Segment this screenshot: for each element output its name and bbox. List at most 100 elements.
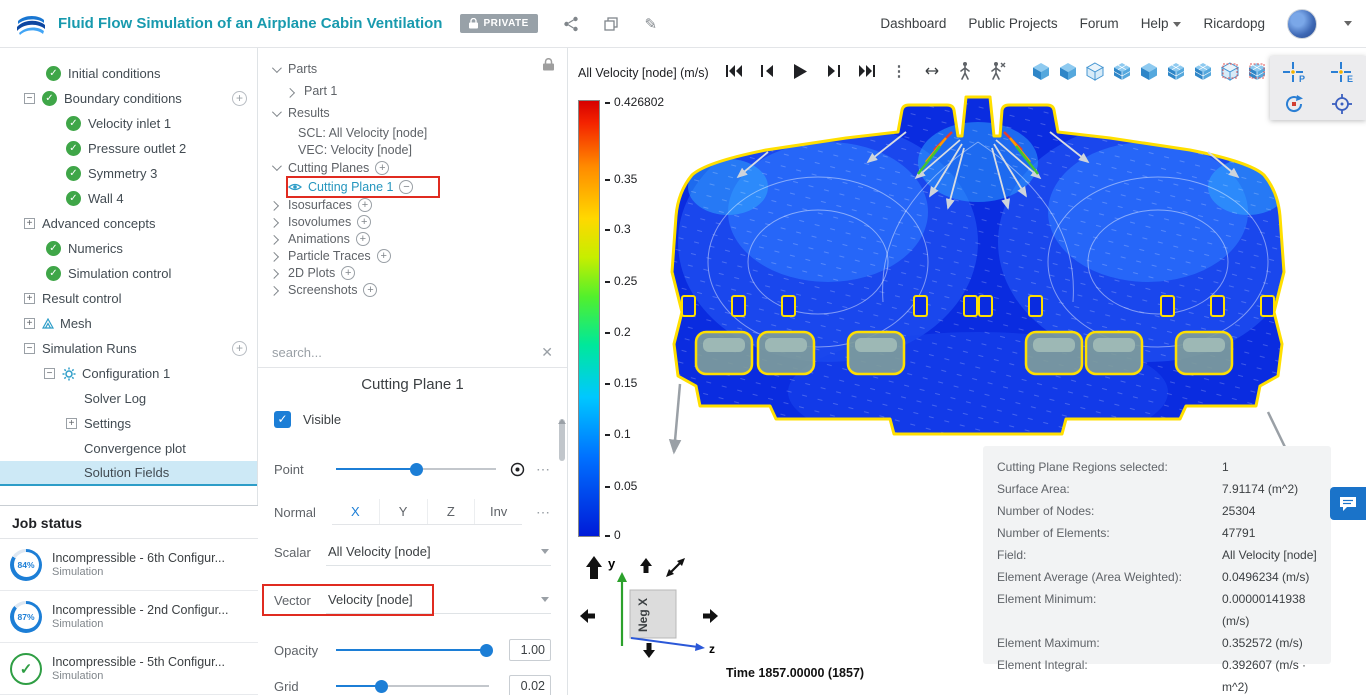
post-tree-isovolumes[interactable]: Isovolumes + [258, 213, 567, 230]
expand-icon[interactable]: + [24, 218, 35, 229]
chevron-right-icon[interactable] [269, 217, 280, 228]
play-icon[interactable] [789, 60, 811, 82]
view-shaded-icon[interactable] [1057, 60, 1079, 82]
probe-element-icon[interactable]: E [1318, 56, 1366, 88]
post-tree-2d-plots[interactable]: 2D Plots + [258, 264, 567, 281]
skip-first-frame-icon[interactable] [723, 60, 745, 82]
view-mesh-2-icon[interactable] [1192, 60, 1214, 82]
sim-tree-item-advanced-concepts[interactable]: + Advanced concepts [0, 211, 257, 236]
recenter-view-icon[interactable] [1318, 88, 1366, 120]
account-chevron-icon[interactable] [1344, 21, 1352, 26]
sim-tree-item-velocity-inlet-1[interactable]: ✓ Velocity inlet 1 [0, 111, 257, 136]
post-tree-results[interactable]: Results [258, 102, 567, 124]
post-tree-animations[interactable]: Animations + [258, 230, 567, 247]
view-clip-mesh-icon[interactable] [1246, 60, 1268, 82]
more-tools-icon[interactable]: ⋮ [888, 60, 910, 82]
chevron-right-icon[interactable] [269, 234, 280, 245]
chevron-right-icon[interactable] [269, 268, 280, 279]
nav-dashboard[interactable]: Dashboard [880, 16, 946, 31]
sim-tree-item-boundary-conditions[interactable]: − ✓ Boundary conditions + [0, 86, 257, 111]
walkthrough-icon[interactable] [954, 60, 976, 82]
view-surface-edges-icon[interactable] [1111, 60, 1133, 82]
sim-tree-item-wall-4[interactable]: ✓ Wall 4 [0, 186, 257, 211]
copy-icon[interactable] [600, 13, 622, 35]
nav-username[interactable]: Ricardopg [1203, 16, 1265, 31]
view-mesh-icon[interactable] [1165, 60, 1187, 82]
normal-y-button[interactable]: Y [378, 499, 427, 524]
grid-slider[interactable] [336, 679, 489, 693]
chevron-down-icon[interactable] [271, 62, 282, 73]
chevron-down-icon[interactable] [271, 106, 282, 117]
post-tree-cutting-plane-1[interactable]: Cutting Plane 1− [258, 177, 567, 196]
remove-icon[interactable]: − [399, 179, 414, 194]
sim-tree-item-symmetry-3[interactable]: ✓ Symmetry 3 [0, 161, 257, 186]
scale-range-icon[interactable] [921, 60, 943, 82]
nav-help[interactable]: Help [1141, 16, 1182, 31]
add-icon[interactable]: + [355, 231, 370, 246]
post-tree-cutting-planes[interactable]: Cutting Planes + [258, 158, 567, 177]
chevron-right-icon[interactable] [269, 200, 280, 211]
opacity-value-input[interactable] [509, 639, 551, 661]
search-input[interactable] [272, 345, 534, 360]
chevron-down-icon[interactable] [271, 161, 282, 172]
job-item[interactable]: ✓ Incompressible - 5th Configur... Simula… [0, 643, 258, 695]
skip-last-frame-icon[interactable] [855, 60, 877, 82]
normal-x-button[interactable]: X [332, 499, 379, 524]
visible-checkbox[interactable]: ✓ [274, 410, 291, 428]
sim-tree-item-mesh[interactable]: + Mesh [0, 311, 257, 336]
add-icon[interactable]: + [232, 91, 247, 106]
add-icon[interactable]: + [363, 282, 378, 297]
post-tree-parts[interactable]: Parts [258, 58, 567, 80]
sim-tree-item-result-control[interactable]: + Result control [0, 286, 257, 311]
next-frame-icon[interactable] [822, 60, 844, 82]
add-icon[interactable]: + [375, 160, 390, 175]
normal-inv-button[interactable]: Inv [474, 499, 522, 524]
view-hidden-line-icon[interactable] [1084, 60, 1106, 82]
app-logo[interactable] [14, 7, 48, 41]
previous-frame-icon[interactable] [756, 60, 778, 82]
point-slider[interactable] [336, 462, 496, 476]
post-tree-vec[interactable]: VEC: Velocity [node] [258, 141, 567, 158]
nav-public-projects[interactable]: Public Projects [968, 16, 1057, 31]
opacity-slider[interactable] [336, 643, 493, 657]
sim-tree-item-initial-conditions[interactable]: ✓ Initial conditions [0, 61, 257, 86]
exit-walkthrough-icon[interactable] [987, 60, 1009, 82]
sim-tree-item-settings[interactable]: + Settings [0, 411, 257, 436]
sim-tree-item-simulation-control[interactable]: ✓ Simulation control [0, 261, 257, 286]
add-icon[interactable]: + [341, 265, 356, 280]
support-chat-button[interactable] [1330, 487, 1366, 520]
sim-tree-item-simulation-runs[interactable]: − Simulation Runs + [0, 336, 257, 361]
view-solid-2-icon[interactable] [1138, 60, 1160, 82]
vector-dropdown[interactable]: Velocity [node] [326, 586, 551, 614]
clear-search-icon[interactable]: ✕ [541, 344, 553, 361]
sim-tree-item-solution-fields[interactable]: Solution Fields [0, 461, 257, 486]
sim-tree-item-solver-log[interactable]: Solver Log [0, 386, 257, 411]
pick-point-icon[interactable] [506, 458, 528, 480]
orientation-triad[interactable]: y Neg X z [574, 552, 724, 664]
collapse-icon[interactable]: − [24, 343, 35, 354]
sim-tree-item-pressure-outlet-2[interactable]: ✓ Pressure outlet 2 [0, 136, 257, 161]
scalar-dropdown[interactable]: All Velocity [node] [326, 538, 551, 566]
post-tree-isosurfaces[interactable]: Isosurfaces + [258, 196, 567, 213]
render-viewport[interactable]: All Velocity [node] (m/s) ⋮ P E 0.426802… [568, 48, 1366, 695]
expand-icon[interactable]: + [66, 418, 77, 429]
post-tree-scl[interactable]: SCL: All Velocity [node] [258, 124, 567, 141]
job-item[interactable]: 87% Incompressible - 2nd Configur... Simu… [0, 591, 258, 643]
share-icon[interactable] [560, 13, 582, 35]
chevron-right-icon[interactable] [285, 87, 296, 98]
view-solid-icon[interactable] [1030, 60, 1052, 82]
post-tree-particle-traces[interactable]: Particle Traces + [258, 247, 567, 264]
avatar[interactable] [1287, 8, 1317, 39]
job-item[interactable]: 84% Incompressible - 6th Configur... Simu… [0, 539, 258, 591]
normal-z-button[interactable]: Z [426, 499, 475, 524]
probe-point-icon[interactable]: P [1270, 56, 1318, 88]
nav-forum[interactable]: Forum [1080, 16, 1119, 31]
collapse-icon[interactable]: − [44, 368, 55, 379]
properties-scrollbar[interactable] [558, 404, 566, 695]
eye-icon[interactable] [288, 182, 302, 192]
chevron-right-icon[interactable] [269, 285, 280, 296]
scrollbar-thumb[interactable] [559, 419, 565, 461]
expand-icon[interactable]: + [24, 318, 35, 329]
grid-value-input[interactable] [509, 675, 551, 695]
sim-tree-item-convergence-plot[interactable]: Convergence plot [0, 436, 257, 461]
